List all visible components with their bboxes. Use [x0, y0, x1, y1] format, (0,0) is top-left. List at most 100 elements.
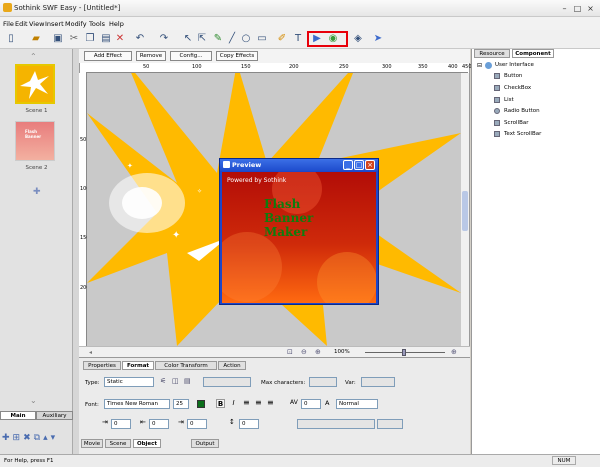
up-icon[interactable]: ▴ [43, 433, 51, 443]
type-select[interactable]: Static [104, 377, 154, 387]
object-tabs: Movie Scene Object Output [79, 439, 470, 449]
toolbar: ▯ ▰ ▣ ✂ ❐ ▤ ✕ ↶ ↷ ↖ ⇱ ✎ ╱ ○ ▭ ✐ T ▶ ◉ ◈ … [0, 30, 600, 49]
undo-icon[interactable]: ↶ [134, 33, 146, 45]
url-input[interactable] [297, 419, 375, 429]
tab-color-transform[interactable]: Color Transform [155, 361, 217, 370]
target-select[interactable] [377, 419, 403, 429]
align-right-icon[interactable]: ≡ [267, 398, 274, 407]
banner-preview: Powered by Sothink Flash Banner Maker [222, 172, 376, 303]
insert-icon[interactable]: ⊞ [13, 433, 24, 443]
export-icon[interactable]: ➤ [372, 33, 384, 45]
max-characters-input[interactable] [309, 377, 337, 387]
subselect-tool-icon[interactable]: ⇱ [196, 33, 208, 45]
scroll-up-icon[interactable]: ⌃ [30, 52, 37, 61]
remove-icon[interactable]: ✖ [23, 433, 34, 443]
remove-button[interactable]: Remove [136, 51, 166, 61]
add-icon[interactable]: ✚ [2, 433, 13, 443]
redo-icon[interactable]: ↷ [158, 33, 170, 45]
zoom-out-icon[interactable]: ⊖ [301, 348, 307, 356]
play-icon[interactable]: ▶ [311, 33, 323, 45]
select-tool-icon[interactable]: ↖ [182, 33, 194, 45]
var-input[interactable] [361, 377, 395, 387]
line-tool-icon[interactable]: ╱ [226, 33, 238, 45]
close-icon[interactable]: × [586, 5, 595, 13]
add-scene-icon[interactable]: ✚ [33, 187, 41, 197]
status-bar: For Help, press F1 NUM [0, 454, 600, 467]
indent-input[interactable]: 0 [111, 419, 131, 429]
zoom-fit-icon[interactable]: ⊡ [287, 348, 293, 356]
zoom-slider-thumb[interactable] [402, 349, 406, 356]
paste-icon[interactable]: ▤ [100, 33, 112, 45]
open-icon[interactable]: ▰ [30, 33, 42, 45]
tab-component[interactable]: Component [512, 49, 554, 58]
down-icon[interactable]: ▾ [51, 433, 59, 443]
menu-insert[interactable]: Insert [45, 20, 64, 28]
publish-icon[interactable]: ◈ [352, 33, 364, 45]
tab-properties[interactable]: Properties [83, 361, 121, 370]
font-select[interactable]: Times New Roman [104, 399, 170, 409]
scroll-down-icon[interactable]: ⌄ [30, 396, 37, 405]
menu-modify[interactable]: Modify [65, 20, 87, 28]
margin-right-icon: ⇥ [178, 418, 184, 426]
zoom-in-icon[interactable]: ⊕ [315, 348, 321, 356]
maximize-icon[interactable]: □ [573, 5, 582, 13]
menu-view[interactable]: View [29, 20, 44, 28]
type-label: Type: [85, 380, 100, 386]
bold-button[interactable]: B [216, 399, 225, 408]
brush-tool-icon[interactable]: ✐ [276, 33, 288, 45]
align-center-icon[interactable]: ≡ [255, 398, 262, 407]
margin-right-input[interactable]: 0 [187, 419, 207, 429]
tab-scene[interactable]: Scene [105, 439, 131, 448]
tab-main[interactable]: Main [0, 411, 36, 420]
scene1-thumbnail[interactable] [15, 64, 55, 104]
duplicate-icon[interactable]: ⧉ [34, 433, 43, 443]
menu-edit[interactable]: Edit [15, 20, 28, 28]
line-spacing-input[interactable]: 0 [239, 419, 259, 429]
line-spacing-icon: ↕ [229, 418, 235, 426]
selectable-icon[interactable]: ◫ [172, 377, 179, 385]
text-tool-icon[interactable]: T [292, 33, 304, 45]
scene2-thumbnail[interactable]: Flash Banner [15, 121, 55, 161]
rectangle-tool-icon[interactable]: ▭ [256, 33, 268, 45]
italic-button[interactable]: I [229, 399, 238, 408]
preview-minimize-icon[interactable]: _ [343, 160, 353, 170]
tab-resource[interactable]: Resource [474, 49, 510, 58]
pencil-tool-icon[interactable]: ✎ [212, 33, 224, 45]
copy-effects-button[interactable]: Copy Effects [216, 51, 258, 61]
menu-file[interactable]: File [3, 20, 14, 28]
border-icon[interactable]: ▤ [184, 377, 191, 385]
cut-icon[interactable]: ✂ [68, 33, 80, 45]
config-button[interactable]: Config... [170, 51, 212, 61]
text-options-icon[interactable]: ⚟ [160, 377, 166, 385]
zoom-menu-icon[interactable]: ⊕ [451, 348, 457, 356]
tab-output[interactable]: Output [191, 439, 219, 448]
line-type-select[interactable] [203, 377, 251, 387]
new-file-icon[interactable]: ▯ [5, 33, 17, 45]
font-size-input[interactable]: 25 [173, 399, 189, 409]
tab-auxiliary[interactable]: Auxiliary [36, 411, 73, 420]
minimize-icon[interactable]: – [560, 5, 569, 13]
tab-object[interactable]: Object [133, 439, 161, 448]
tab-action[interactable]: Action [218, 361, 246, 370]
preview-browser-icon[interactable]: ◉ [327, 33, 339, 45]
delete-icon[interactable]: ✕ [114, 33, 126, 45]
copy-icon[interactable]: ❐ [84, 33, 96, 45]
letter-spacing-input[interactable]: 0 [301, 399, 321, 409]
menu-help[interactable]: Help [109, 20, 124, 28]
preview-title: Preview [232, 161, 262, 169]
save-icon[interactable]: ▣ [52, 33, 64, 45]
antialias-select[interactable]: Normal [336, 399, 378, 409]
add-effect-button[interactable]: Add Effect [84, 51, 132, 61]
preview-close-icon[interactable]: × [365, 160, 375, 170]
ellipse-tool-icon[interactable]: ○ [240, 33, 252, 45]
preview-maximize-icon[interactable]: □ [354, 160, 364, 170]
margin-left-input[interactable]: 0 [149, 419, 169, 429]
align-left-icon[interactable]: ≡ [243, 398, 250, 407]
horizontal-ruler: 50 100 150 200 250 300 350 400 450 [86, 63, 472, 73]
canvas-vscroll[interactable] [461, 73, 469, 346]
text-color-swatch[interactable] [197, 400, 205, 408]
tab-movie[interactable]: Movie [81, 439, 103, 448]
menu-tools[interactable]: Tools [89, 20, 105, 28]
canvas-hscroll[interactable]: ◂ ⊡ ⊖ ⊕ 100% ⊕ [79, 346, 470, 357]
tab-format[interactable]: Format [122, 361, 154, 370]
